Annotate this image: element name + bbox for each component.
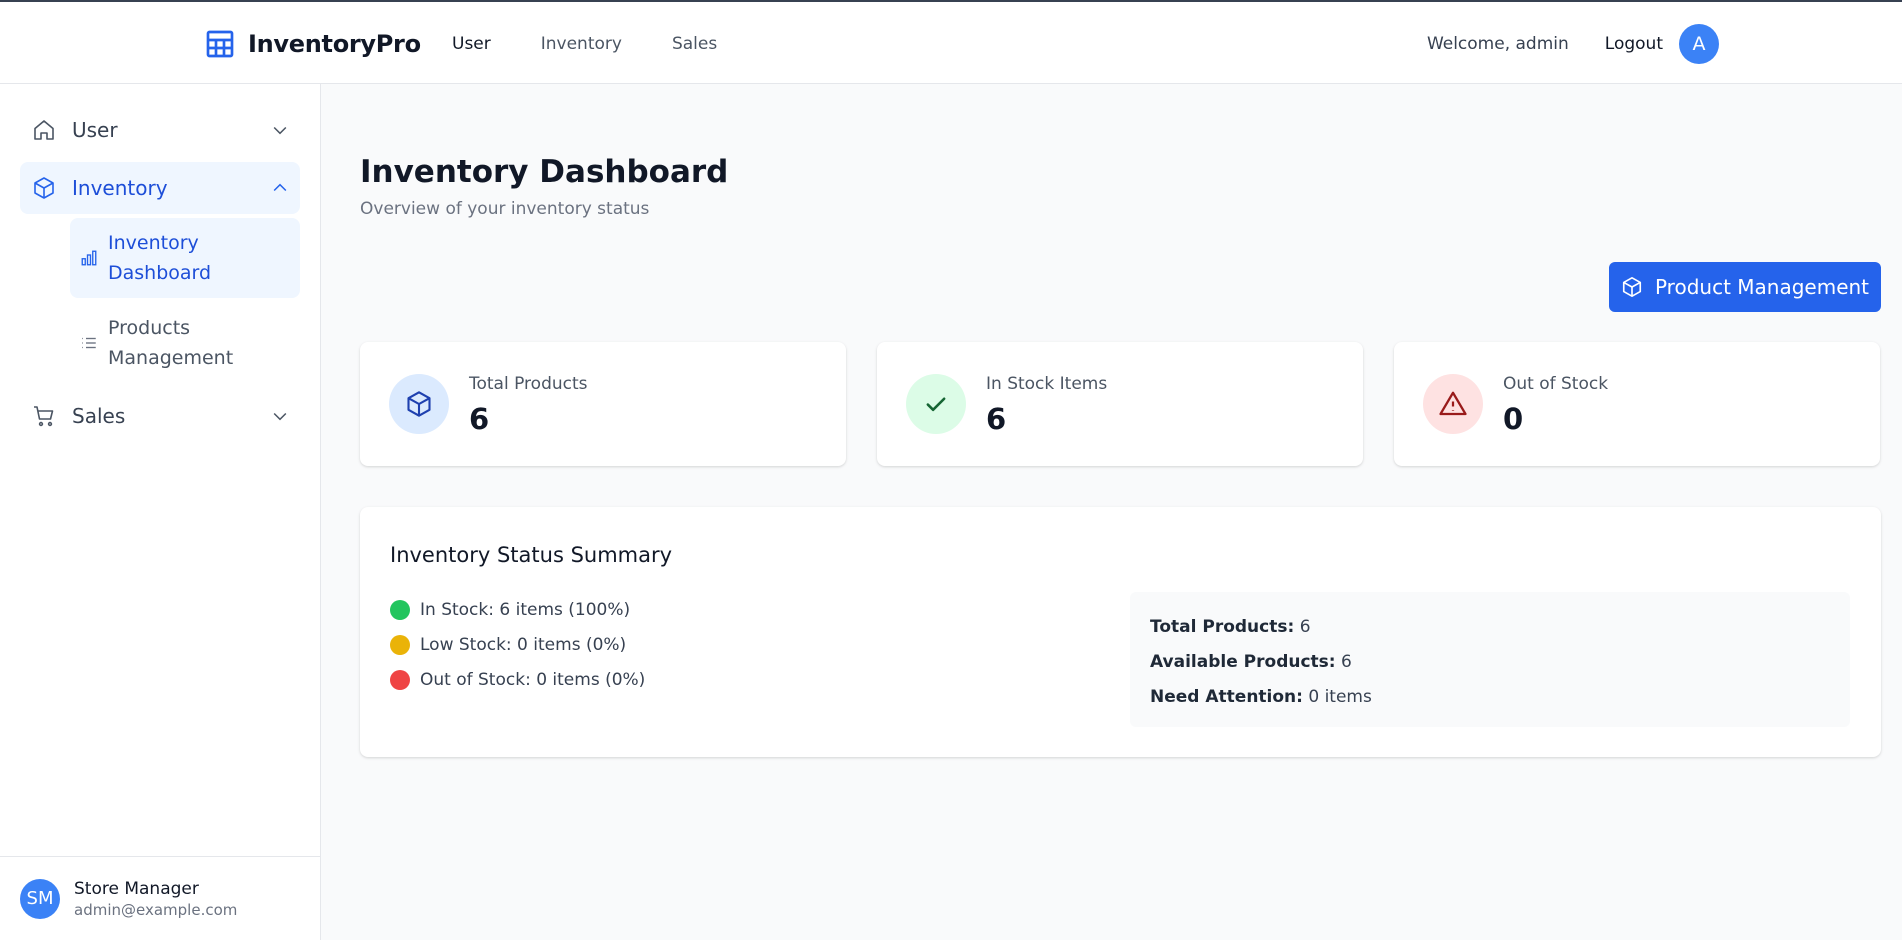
product-management-button[interactable]: Product Management — [1609, 262, 1881, 312]
legend-text: In Stock: 6 items (100%) — [420, 599, 631, 620]
status-dot — [390, 669, 410, 690]
topnav-user[interactable]: User — [452, 34, 491, 54]
totals-label: Total Products: — [1150, 617, 1295, 637]
totals-value: 6 — [1299, 617, 1311, 637]
summary-title: Inventory Status Summary — [390, 543, 673, 567]
warning-icon — [1439, 391, 1467, 416]
legend-item-in-stock: In Stock: 6 items (100%) — [390, 592, 645, 627]
totals-value: 6 — [1341, 652, 1352, 672]
user-area: Welcome, admin Logout A — [1427, 24, 1719, 64]
stat-card-out-of-stock: Out of Stock 0 — [1394, 342, 1880, 466]
totals-row-total-products: Total Products: 6 — [1150, 610, 1830, 645]
stat-value: 0 — [1503, 402, 1524, 436]
sidebar-item-sales[interactable]: Sales — [20, 390, 300, 442]
logout-button[interactable]: Logout — [1605, 34, 1663, 54]
brand[interactable]: InventoryPro — [204, 28, 421, 60]
list-icon — [82, 337, 96, 349]
sidebar-subitem-products-management[interactable]: Products Management — [70, 303, 300, 383]
totals-label: Available Products: — [1150, 652, 1336, 672]
brand-name: InventoryPro — [248, 30, 421, 58]
sidebar-item-label: Inventory — [72, 176, 168, 200]
chevron-up-icon[interactable] — [270, 178, 290, 198]
sidebar: User Inventory Inventory Dashboard Produ… — [0, 84, 321, 940]
stat-icon-wrap — [389, 374, 449, 434]
legend-item-out-of-stock: Out of Stock: 0 items (0%) — [390, 662, 645, 697]
sidebar-item-user[interactable]: User — [20, 104, 300, 156]
totals-box: Total Products: 6 Available Products: 6 … — [1130, 592, 1850, 727]
user-avatar[interactable]: SM — [20, 878, 60, 919]
totals-row-need-attention: Need Attention: 0 items — [1150, 680, 1830, 715]
stat-icon-wrap — [906, 374, 966, 434]
top-navbar: InventoryPro User Inventory Sales Welcom… — [0, 0, 1902, 84]
page-subtitle: Overview of your inventory status — [360, 199, 650, 219]
sidebar-subitem-label: Inventory Dashboard — [108, 232, 212, 284]
bar-chart-icon — [81, 250, 97, 266]
topnav-sales[interactable]: Sales — [672, 34, 717, 54]
table-icon — [206, 30, 234, 58]
stat-icon-wrap — [1423, 374, 1483, 434]
stat-label: Out of Stock — [1503, 374, 1609, 394]
user-email: admin@example.com — [74, 900, 238, 919]
inventory-status-summary: Inventory Status Summary In Stock: 6 ite… — [360, 507, 1881, 757]
main-content: Inventory Dashboard Overview of your inv… — [321, 84, 1902, 940]
status-legend: In Stock: 6 items (100%) Low Stock: 0 it… — [390, 592, 645, 697]
sidebar-subitem-label: Products Management — [108, 317, 234, 369]
sidebar-subitem-inventory-dashboard[interactable]: Inventory Dashboard — [70, 218, 300, 298]
cart-icon — [34, 406, 54, 427]
welcome-text: Welcome, admin — [1426, 34, 1569, 54]
chevron-down-icon[interactable] — [270, 406, 290, 426]
product-management-label: Product Management — [1654, 275, 1870, 299]
status-dot — [390, 634, 410, 655]
legend-text: Low Stock: 0 items (0%) — [420, 634, 627, 655]
legend-text: Out of Stock: 0 items (0%) — [420, 669, 646, 690]
sidebar-item-inventory[interactable]: Inventory — [20, 162, 300, 214]
sidebar-item-label: User — [72, 118, 118, 142]
totals-row-available-products: Available Products: 6 — [1150, 645, 1830, 680]
check-icon — [926, 397, 946, 412]
box-icon — [1622, 277, 1642, 297]
avatar[interactable]: A — [1679, 24, 1719, 64]
totals-label: Need Attention: — [1150, 687, 1303, 707]
box-icon — [34, 177, 54, 199]
stat-card-total-products: Total Products 6 — [360, 342, 846, 466]
topnav-inventory[interactable]: Inventory — [541, 34, 622, 54]
chevron-down-icon[interactable] — [270, 120, 290, 140]
sidebar-footer: SM Store Manager admin@example.com — [0, 856, 320, 940]
box-icon — [407, 391, 431, 417]
page-title: Inventory Dashboard — [360, 154, 729, 190]
stat-card-in-stock: In Stock Items 6 — [877, 342, 1363, 466]
stat-value: 6 — [986, 402, 1007, 436]
status-dot — [390, 599, 410, 620]
user-name: Store Manager — [74, 878, 199, 899]
legend-item-low-stock: Low Stock: 0 items (0%) — [390, 627, 645, 662]
sidebar-item-label: Sales — [72, 404, 126, 428]
top-nav: User Inventory Sales — [452, 34, 767, 54]
totals-value: 0 items — [1308, 687, 1372, 707]
stat-label: In Stock Items — [986, 374, 1108, 394]
stat-label: Total Products — [469, 374, 588, 394]
home-icon — [34, 120, 54, 140]
stat-value: 6 — [469, 402, 490, 436]
